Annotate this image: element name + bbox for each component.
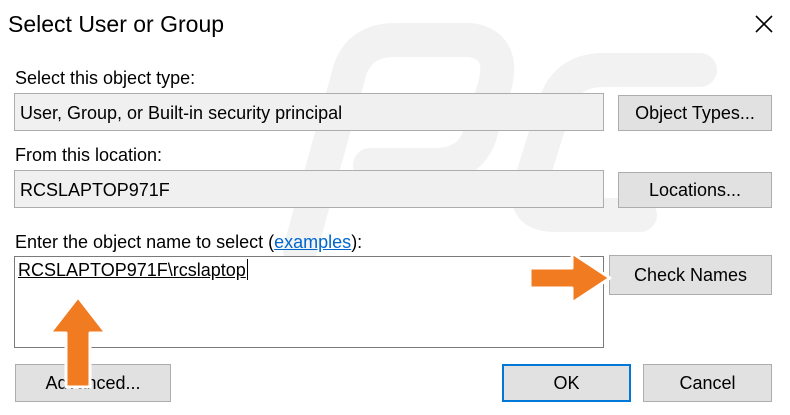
close-button[interactable] [742,4,786,44]
cancel-button[interactable]: Cancel [643,364,772,402]
examples-link[interactable]: examples [274,232,351,252]
object-name-text: RCSLAPTOP971F\rcslaptop [18,260,246,280]
object-name-label-suffix: ): [351,232,363,252]
object-name-label: Enter the object name to select (example… [15,231,362,253]
locations-button[interactable]: Locations... [618,172,772,208]
object-type-field: User, Group, or Built-in security princi… [14,93,604,131]
check-names-button[interactable]: Check Names [609,255,772,295]
close-icon [755,15,773,33]
dialog-title: Select User or Group [8,11,225,37]
text-caret [246,259,248,280]
object-name-input[interactable]: RCSLAPTOP971F\rcslaptop [14,256,604,348]
location-label: From this location: [15,145,163,165]
object-name-label-prefix: Enter the object name to select ( [15,232,275,252]
object-types-button[interactable]: Object Types... [618,95,772,131]
title-bar: Select User or Group [0,0,790,50]
object-type-label: Select this object type: [15,68,196,88]
ok-button[interactable]: OK [502,364,631,402]
advanced-button[interactable]: Advanced... [15,364,171,402]
select-user-or-group-dialog: Select User or Group Select this object … [0,0,790,415]
location-field: RCSLAPTOP971F [14,170,604,208]
